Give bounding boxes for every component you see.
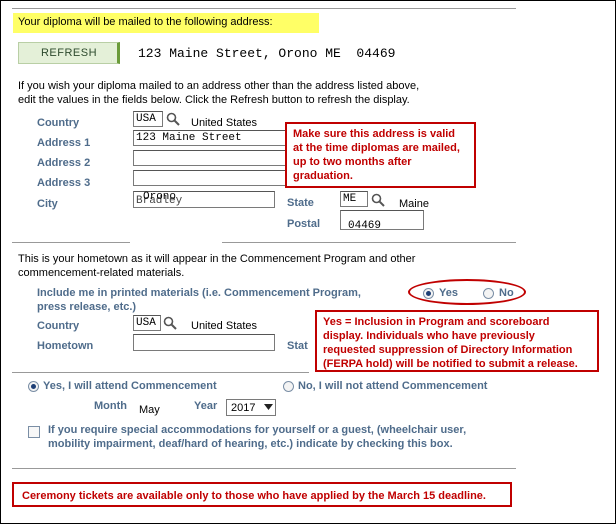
attend-no-label: No, I will not attend Commencement	[298, 380, 488, 392]
state-label: State	[287, 197, 314, 209]
include-yes-radio[interactable]	[423, 288, 434, 299]
postal-value: 04469	[348, 220, 382, 232]
include-yes-label: Yes	[439, 287, 458, 299]
divider-hometown-right	[222, 242, 516, 243]
state-input[interactable]: ME	[340, 191, 368, 207]
attend-no-radio[interactable]	[283, 381, 294, 392]
refresh-button[interactable]	[18, 42, 120, 64]
include-no-radio[interactable]	[483, 288, 494, 299]
include-printed-line1: Include me in printed materials (i.e. Co…	[37, 287, 361, 299]
month-value: May	[139, 404, 160, 416]
hometown-label: Hometown	[37, 340, 94, 352]
city-label: City	[37, 198, 58, 210]
hometown-intro-line2: commencement-related materials.	[18, 267, 185, 279]
callout-yes-line3: requested suppression of Directory Infor…	[323, 344, 573, 356]
year-label: Year	[194, 400, 218, 412]
callout-address-line2: at the time diplomas are mailed,	[293, 142, 460, 154]
divider-bottom	[12, 468, 516, 469]
include-no-label: No	[499, 287, 514, 299]
hometown-input[interactable]	[133, 334, 275, 351]
instructions-line1: If you wish your diploma mailed to an ad…	[18, 80, 420, 92]
callout-address-line1: Make sure this address is valid	[293, 128, 456, 140]
callout-yes-line4: (FERPA hold) will be notified to submit …	[323, 358, 578, 370]
yes-inclusion-callout: Yes = Inclusion in Program and scoreboar…	[315, 310, 599, 372]
hometown-state-label-partial: Stat	[287, 340, 308, 352]
hometown-country-name: United States	[191, 320, 258, 332]
year-select-value: 2017	[231, 402, 256, 414]
address1-label: Address 1	[37, 137, 91, 149]
city-value: Orono	[143, 191, 177, 203]
state-name: Maine	[399, 198, 429, 210]
address2-input[interactable]	[133, 150, 289, 166]
divider-attendance	[12, 372, 309, 373]
address3-label: Address 3	[37, 177, 91, 189]
state-lookup-icon[interactable]	[371, 193, 385, 207]
country-input[interactable]: USA	[133, 111, 163, 127]
address-validity-callout: Make sure this address is valid at the t…	[285, 122, 476, 188]
callout-address-line3: up to two months after	[293, 156, 412, 168]
accommodations-line2: mobility impairment, deaf/hard of hearin…	[48, 438, 453, 450]
chevron-down-icon[interactable]	[264, 404, 273, 410]
instructions-line2: edit the values in the fields below. Cli…	[18, 94, 410, 106]
address3-input[interactable]	[133, 170, 289, 186]
callout-yes-line1: Yes = Inclusion in Program and scoreboar…	[323, 316, 550, 328]
country-lookup-icon[interactable]	[166, 112, 180, 126]
address1-input[interactable]: 123 Maine Street	[133, 130, 289, 146]
accommodations-line1: If you require special accommodations fo…	[48, 424, 467, 436]
address2-label: Address 2	[37, 157, 91, 169]
hometown-intro-line1: This is your hometown as it will appear …	[18, 253, 416, 265]
country-name: United States	[191, 117, 258, 129]
attend-yes-label: Yes, I will attend Commencement	[43, 380, 217, 392]
hometown-country-lookup-icon[interactable]	[163, 316, 177, 330]
hometown-country-label: Country	[37, 320, 80, 332]
current-address: 123 Maine Street, Orono ME 04469	[138, 46, 396, 61]
attend-yes-radio[interactable]	[28, 381, 39, 392]
accommodations-checkbox[interactable]	[28, 426, 40, 438]
country-label: Country	[37, 117, 80, 129]
postal-label: Postal	[287, 218, 321, 230]
divider-hometown	[12, 242, 130, 243]
mailing-address-heading-text: Your diploma will be mailed to the follo…	[18, 16, 273, 28]
ceremony-tickets-text: Ceremony tickets are available only to t…	[22, 490, 486, 502]
callout-address-line4: graduation.	[293, 170, 353, 182]
month-label: Month	[94, 400, 127, 412]
hometown-country-input[interactable]: USA	[133, 315, 161, 331]
callout-yes-line2: display. Individuals who have previously	[323, 330, 535, 342]
divider-top	[12, 8, 516, 9]
ceremony-tickets-callout: Ceremony tickets are available only to t…	[12, 482, 512, 507]
include-printed-line2: press release, etc.)	[37, 301, 137, 313]
